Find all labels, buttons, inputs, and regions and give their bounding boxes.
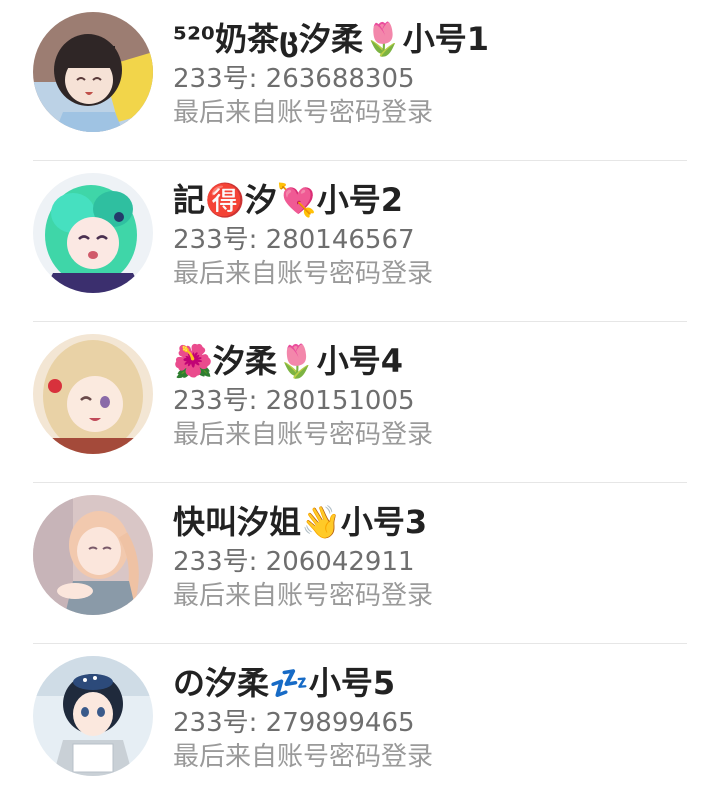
- login-source: 最后来自账号密码登录: [173, 259, 434, 289]
- login-source: 最后来自账号密码登录: [173, 742, 434, 772]
- account-row[interactable]: 快叫汐姐👋小号3 233号: 206042911 最后来自账号密码登录: [0, 483, 720, 644]
- login-source: 最后来自账号密码登录: [173, 98, 434, 128]
- account-row[interactable]: ⁵²⁰奶茶ც汐柔🌷小号1 233号: 263688305 最后来自账号密码登录: [0, 0, 720, 161]
- account-uid: 233号: 280146567: [173, 225, 415, 255]
- account-name: の汐柔💤小号5: [173, 664, 396, 702]
- account-uid: 233号: 206042911: [173, 547, 415, 577]
- avatar: [33, 12, 153, 132]
- account-uid: 233号: 280151005: [173, 386, 415, 416]
- account-name: 記🉐汐💘小号2: [173, 181, 403, 219]
- avatar: [33, 495, 153, 615]
- avatar: [33, 334, 153, 454]
- account-uid: 233号: 279899465: [173, 708, 415, 738]
- avatar: [33, 656, 153, 776]
- account-uid: 233号: 263688305: [173, 64, 415, 94]
- account-row[interactable]: 🌺汐柔🌷小号4 233号: 280151005 最后来自账号密码登录: [0, 322, 720, 483]
- account-row[interactable]: 記🉐汐💘小号2 233号: 280146567 最后来自账号密码登录: [0, 161, 720, 322]
- login-source: 最后来自账号密码登录: [173, 581, 434, 611]
- account-name: ⁵²⁰奶茶ც汐柔🌷小号1: [173, 20, 490, 58]
- account-name: 🌺汐柔🌷小号4: [173, 342, 403, 380]
- account-name: 快叫汐姐👋小号3: [173, 503, 428, 541]
- avatar: [33, 173, 153, 293]
- account-row[interactable]: の汐柔💤小号5 233号: 279899465 最后来自账号密码登录: [0, 644, 720, 799]
- account-list: ⁵²⁰奶茶ც汐柔🌷小号1 233号: 263688305 最后来自账号密码登录 …: [0, 0, 720, 799]
- login-source: 最后来自账号密码登录: [173, 420, 434, 450]
